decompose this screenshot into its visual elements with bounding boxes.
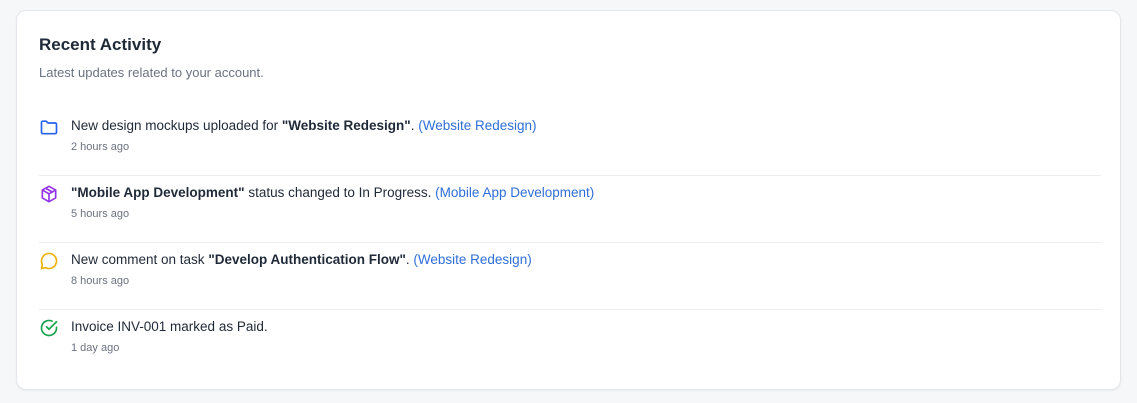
activity-prefix: New design mockups uploaded for <box>71 118 282 133</box>
folder-icon <box>39 117 59 137</box>
comment-icon <box>39 251 59 271</box>
activity-text: New design mockups uploaded for "Website… <box>71 117 537 135</box>
recent-activity-card: Recent Activity Latest updates related t… <box>16 10 1121 390</box>
project-link[interactable]: (Website Redesign) <box>413 252 531 267</box>
card-title: Recent Activity <box>39 35 162 54</box>
activity-text: Invoice INV-001 marked as Paid. <box>71 318 268 336</box>
activity-timestamp: 8 hours ago <box>71 275 130 287</box>
activity-prefix: Invoice INV-001 marked as Paid. <box>71 319 268 334</box>
activity-item: Invoice INV-001 marked as Paid. 1 day ag… <box>39 310 1101 377</box>
activity-highlight: "Mobile App Development" <box>71 185 245 200</box>
activity-list: New design mockups uploaded for "Website… <box>39 109 1101 377</box>
card-subtitle: Latest updates related to your account. <box>39 65 264 80</box>
activity-text: "Mobile App Development" status changed … <box>71 184 594 202</box>
activity-prefix: New comment on task <box>71 252 209 267</box>
activity-highlight: "Develop Authentication Flow" <box>208 252 406 267</box>
activity-timestamp: 5 hours ago <box>71 208 130 220</box>
activity-suffix: status changed to In Progress. <box>244 185 436 200</box>
activity-item: New comment on task "Develop Authenticat… <box>39 243 1101 310</box>
project-link[interactable]: (Website Redesign) <box>418 118 536 133</box>
activity-highlight: "Website Redesign" <box>281 118 411 133</box>
activity-text: New comment on task "Develop Authenticat… <box>71 251 532 269</box>
activity-item: New design mockups uploaded for "Website… <box>39 109 1101 176</box>
package-icon <box>39 184 59 204</box>
project-link[interactable]: (Mobile App Development) <box>435 185 594 200</box>
check-circle-icon <box>39 318 59 338</box>
activity-item: "Mobile App Development" status changed … <box>39 176 1101 243</box>
activity-timestamp: 1 day ago <box>71 342 120 354</box>
activity-timestamp: 2 hours ago <box>71 141 130 153</box>
